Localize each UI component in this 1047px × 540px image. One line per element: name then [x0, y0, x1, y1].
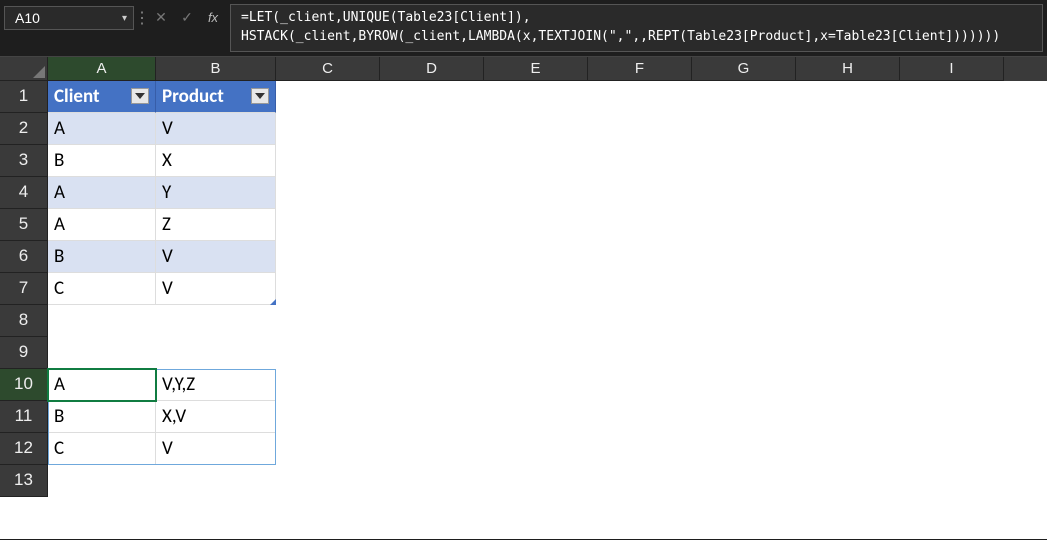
- col-header-E[interactable]: E: [484, 57, 588, 81]
- column-headers: A B C D E F G H I: [0, 57, 1047, 81]
- cell-B4[interactable]: Y: [156, 177, 276, 209]
- cell-A2[interactable]: A: [48, 113, 156, 145]
- cell-A11[interactable]: B: [48, 401, 156, 433]
- row-header-2[interactable]: 2: [0, 113, 48, 145]
- cell-B7[interactable]: V: [156, 273, 276, 305]
- cell-A12[interactable]: C: [48, 433, 156, 465]
- formula-input[interactable]: =LET(_client,UNIQUE(Table23[Client]), HS…: [230, 4, 1043, 52]
- row-header-13[interactable]: 13: [0, 465, 48, 497]
- filter-dropdown-icon[interactable]: [131, 88, 149, 104]
- row-header-3[interactable]: 3: [0, 145, 48, 177]
- cell-B11[interactable]: X,V: [156, 401, 276, 433]
- table-resize-handle[interactable]: [270, 299, 276, 305]
- name-box[interactable]: A10 ▾: [4, 6, 134, 30]
- col-header-G[interactable]: G: [692, 57, 796, 81]
- cancel-icon[interactable]: ✕: [150, 6, 172, 28]
- row-header-1[interactable]: 1: [0, 81, 48, 113]
- divider: ⋮: [138, 0, 146, 56]
- name-box-value: A10: [15, 10, 40, 26]
- cell-B2[interactable]: V: [156, 113, 276, 145]
- row-header-10[interactable]: 10: [0, 369, 48, 401]
- row-header-8[interactable]: 8: [0, 305, 48, 337]
- cell-A3[interactable]: B: [48, 145, 156, 177]
- cell-A6[interactable]: B: [48, 241, 156, 273]
- col-header-D[interactable]: D: [380, 57, 484, 81]
- table-header-product[interactable]: Product: [156, 81, 276, 113]
- cell-B3[interactable]: X: [156, 145, 276, 177]
- cell-B12[interactable]: V: [156, 433, 276, 465]
- row-header-12[interactable]: 12: [0, 433, 48, 465]
- cell-A5[interactable]: A: [48, 209, 156, 241]
- fx-icon[interactable]: fx: [202, 6, 224, 28]
- row-header-9[interactable]: 9: [0, 337, 48, 369]
- col-header-H[interactable]: H: [796, 57, 900, 81]
- table-header-client-label: Client: [54, 85, 100, 108]
- cell-B5[interactable]: Z: [156, 209, 276, 241]
- col-header-F[interactable]: F: [588, 57, 692, 81]
- cell-B10[interactable]: V,Y,Z: [156, 369, 276, 401]
- cell-A7[interactable]: C: [48, 273, 156, 305]
- sheet-area: A B C D E F G H I 1 2 3 4 5 6 7 8 9 10 1…: [0, 57, 1047, 539]
- cells-grid[interactable]: Client Product A V B X A Y A Z B V C: [48, 81, 1047, 497]
- row-header-6[interactable]: 6: [0, 241, 48, 273]
- row-header-11[interactable]: 11: [0, 401, 48, 433]
- accept-icon[interactable]: ✓: [176, 6, 198, 28]
- row-headers: 1 2 3 4 5 6 7 8 9 10 11 12 13: [0, 81, 48, 497]
- col-header-I[interactable]: I: [900, 57, 1004, 81]
- cell-A10[interactable]: A: [48, 369, 156, 401]
- formula-bar: A10 ▾ ⋮ ✕ ✓ fx =LET(_client,UNIQUE(Table…: [0, 0, 1047, 57]
- row-header-5[interactable]: 5: [0, 209, 48, 241]
- col-header-C[interactable]: C: [276, 57, 380, 81]
- row-header-7[interactable]: 7: [0, 273, 48, 305]
- table-header-client[interactable]: Client: [48, 81, 156, 113]
- cell-A4[interactable]: A: [48, 177, 156, 209]
- select-all-corner[interactable]: [0, 57, 48, 81]
- table-header-product-label: Product: [162, 85, 224, 108]
- row-header-4[interactable]: 4: [0, 177, 48, 209]
- cell-B6[interactable]: V: [156, 241, 276, 273]
- formula-buttons: ✕ ✓ fx: [146, 0, 230, 56]
- filter-dropdown-icon[interactable]: [251, 88, 269, 104]
- col-header-A[interactable]: A: [48, 57, 156, 81]
- chevron-down-icon[interactable]: ▾: [122, 13, 127, 24]
- col-header-B[interactable]: B: [156, 57, 276, 81]
